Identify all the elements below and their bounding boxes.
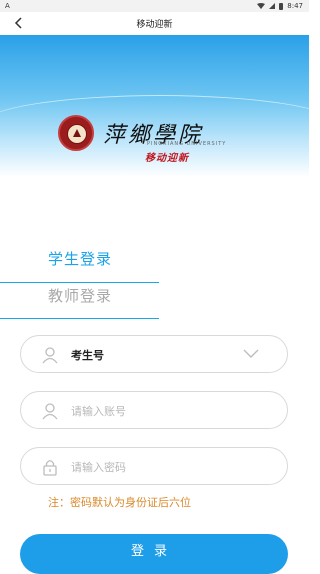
login-type-select[interactable]: 考生号 (20, 335, 288, 373)
user-icon (42, 403, 58, 420)
page-title: 移动迎新 (136, 20, 173, 30)
tab-teacher-label: 教师登录 (48, 287, 113, 305)
top-app-bar: 移动迎新 (0, 12, 309, 36)
status-notification-label: A (5, 2, 10, 10)
tab-student-label: 学生登录 (48, 250, 113, 268)
chevron-down-icon (243, 349, 259, 358)
password-hint: 注：密码默认为身份证后六位 (48, 496, 191, 509)
tab-teacher-login[interactable]: 教师登录 (0, 282, 159, 319)
tab-student-login[interactable]: 学生登录 (0, 246, 159, 283)
school-name-en: PINGXIANG UNIVERSITY (147, 141, 227, 147)
login-button[interactable]: 登录 (20, 534, 288, 574)
lock-icon (43, 460, 57, 476)
school-emblem-icon (58, 115, 94, 151)
account-placeholder: 请输入账号 (71, 405, 126, 418)
password-placeholder: 请输入密码 (71, 461, 126, 474)
status-time: 8:47 (287, 2, 303, 10)
user-icon (42, 347, 58, 364)
password-field[interactable]: 请输入密码 (20, 447, 288, 485)
account-field[interactable]: 请输入账号 (20, 391, 288, 429)
battery-icon (279, 2, 284, 10)
school-banner: 萍鄉學院 PINGXIANG UNIVERSITY 移动迎新 (0, 35, 309, 177)
status-bar: A 8:47 (0, 0, 309, 12)
wifi-icon (257, 3, 266, 9)
login-type-value: 考生号 (71, 349, 104, 362)
signal-icon (269, 3, 276, 9)
banner-subtitle: 移动迎新 (145, 153, 189, 164)
